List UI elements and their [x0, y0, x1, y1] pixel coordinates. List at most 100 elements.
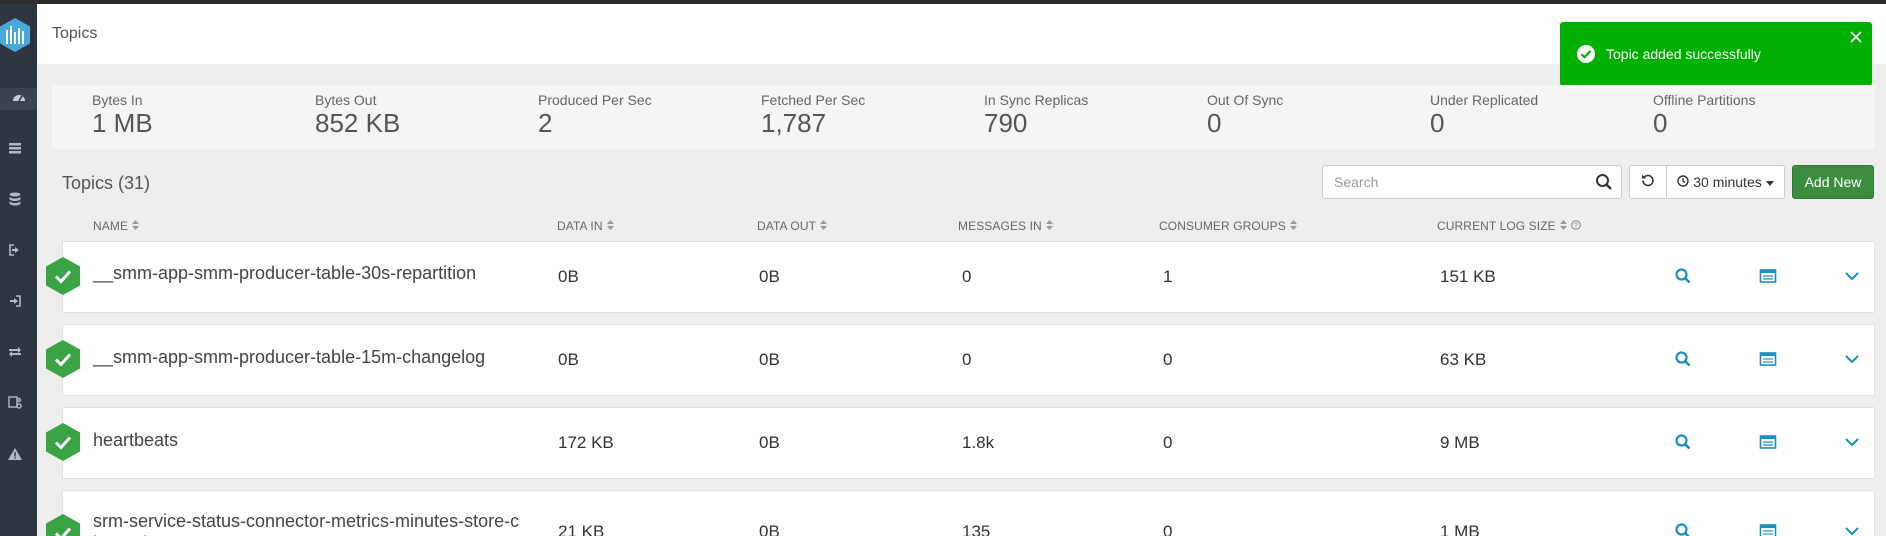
search-icon[interactable]	[1674, 522, 1692, 536]
stat-value: 0	[1207, 108, 1222, 138]
chevron-down-icon[interactable]	[1843, 522, 1861, 536]
topic-consumer-groups: 1	[1163, 267, 1173, 286]
close-icon[interactable]	[1849, 30, 1863, 44]
sort-icon	[1289, 219, 1297, 233]
toast-message: Topic added successfully	[1606, 46, 1761, 62]
stat-bytes-out: Bytes Out 852 KB	[315, 92, 400, 137]
topic-name[interactable]: __smm-app-smm-producer-table-30s-reparti…	[93, 262, 533, 284]
topic-name[interactable]: srm-service-status-connector-metrics-min…	[93, 510, 533, 536]
stat-fetched-per-sec: Fetched Per Sec 1,787	[761, 92, 865, 137]
logo-icon[interactable]	[0, 18, 30, 52]
data-explorer-icon[interactable]	[1759, 267, 1777, 285]
brokers-icon	[7, 140, 23, 161]
sidebar-item-schema[interactable]	[4, 394, 26, 416]
stat-value: 1,787	[761, 108, 827, 138]
caret-down-icon	[1765, 174, 1774, 190]
stat-label: Bytes Out	[315, 92, 377, 108]
topic-messages-in: 0	[962, 267, 972, 286]
metrics-summary: Bytes In 1 MB Bytes Out 852 KB Produced …	[52, 85, 1875, 149]
column-header-name[interactable]: NAME	[93, 219, 140, 233]
stat-label: Out Of Sync	[1207, 92, 1284, 108]
success-toast: Topic added successfully	[1560, 22, 1872, 86]
stat-bytes-in: Bytes In 1 MB	[92, 92, 153, 137]
column-header-messages-in[interactable]: MESSAGES IN	[958, 219, 1053, 233]
sidebar-item-producers[interactable]	[4, 241, 26, 263]
topic-messages-in: 0	[962, 350, 972, 369]
status-ok-icon	[45, 422, 81, 462]
topic-name[interactable]: heartbeats	[93, 429, 533, 451]
data-explorer-icon[interactable]	[1759, 433, 1777, 451]
search-icon[interactable]	[1595, 173, 1613, 191]
refresh-button[interactable]	[1629, 165, 1667, 199]
topic-log-size: 151 KB	[1440, 267, 1496, 286]
stat-value: 790	[984, 108, 1028, 138]
topic-data-in: 0B	[558, 350, 579, 369]
search-icon[interactable]	[1674, 433, 1692, 451]
topic-log-size: 1 MB	[1440, 522, 1480, 536]
topic-log-size: 9 MB	[1440, 433, 1480, 452]
data-explorer-icon[interactable]	[1759, 522, 1777, 536]
stat-value: 0	[1430, 108, 1445, 138]
topic-data-in: 172 KB	[558, 433, 614, 452]
column-header-label: DATA OUT	[757, 219, 817, 233]
sort-icon	[1045, 219, 1053, 233]
topic-name[interactable]: __smm-app-smm-producer-table-15m-changel…	[93, 346, 533, 368]
sort-icon	[820, 219, 828, 233]
dashboard-icon	[11, 89, 27, 110]
chevron-down-icon[interactable]	[1843, 267, 1861, 285]
status-ok-icon	[45, 256, 81, 296]
stat-label: Bytes In	[92, 92, 143, 108]
consumers-icon	[7, 293, 23, 314]
status-ok-icon	[45, 513, 81, 536]
producers-icon	[7, 242, 23, 263]
stat-label: Offline Partitions	[1653, 92, 1756, 108]
stat-in-sync-replicas: In Sync Replicas 790	[984, 92, 1088, 137]
sidebar-item-alerts[interactable]	[4, 445, 26, 467]
column-header-label: MESSAGES IN	[958, 219, 1042, 233]
replication-icon	[7, 344, 23, 365]
help-icon[interactable]: ?	[1570, 219, 1581, 233]
stat-value: 1 MB	[92, 108, 153, 138]
stat-label: Fetched Per Sec	[761, 92, 866, 108]
stat-value: 2	[538, 108, 553, 138]
sidebar-item-topics[interactable]	[4, 190, 26, 212]
column-header-data-in[interactable]: DATA IN	[557, 219, 614, 233]
chevron-down-icon[interactable]	[1843, 350, 1861, 368]
column-header-label: DATA IN	[557, 219, 603, 233]
data-explorer-icon[interactable]	[1759, 350, 1777, 368]
column-header-label: NAME	[93, 219, 129, 233]
search-icon[interactable]	[1674, 350, 1692, 368]
stat-value: 852 KB	[315, 108, 401, 138]
topic-log-size: 63 KB	[1440, 350, 1487, 369]
stat-offline-partitions: Offline Partitions 0	[1653, 92, 1755, 137]
time-range-dropdown[interactable]: 30 minutes	[1666, 165, 1785, 199]
topic-consumer-groups: 0	[1163, 433, 1173, 452]
column-header-current-log-size[interactable]: CURRENT LOG SIZE ?	[1437, 219, 1581, 233]
search-icon[interactable]	[1674, 267, 1692, 285]
sidebar-item-replication[interactable]	[4, 343, 26, 365]
topic-messages-in: 1.8k	[962, 433, 995, 452]
sort-icon	[1559, 219, 1567, 233]
column-header-consumer-groups[interactable]: CONSUMER GROUPS	[1159, 219, 1297, 233]
add-new-button[interactable]: Add New	[1792, 165, 1874, 199]
time-range-label: 30 minutes	[1693, 174, 1762, 190]
column-header-data-out[interactable]: DATA OUT	[757, 219, 828, 233]
topic-consumer-groups: 0	[1163, 350, 1173, 369]
search-input[interactable]	[1323, 166, 1585, 198]
sidebar-item-dashboard[interactable]	[0, 88, 37, 110]
page-title: Topics	[52, 25, 98, 42]
stat-produced-per-sec: Produced Per Sec 2	[538, 92, 652, 137]
sidebar-item-brokers[interactable]	[4, 139, 26, 161]
column-header-label: CONSUMER GROUPS	[1159, 219, 1286, 233]
chevron-down-icon[interactable]	[1843, 433, 1861, 451]
topics-icon	[7, 191, 23, 212]
clock-icon	[1677, 174, 1689, 190]
sidebar	[0, 4, 37, 536]
stat-label: Produced Per Sec	[538, 92, 652, 108]
sidebar-item-consumers[interactable]	[4, 292, 26, 314]
schema-icon	[7, 395, 23, 416]
sort-icon	[132, 219, 140, 233]
topic-data-in: 0B	[558, 267, 579, 286]
stat-under-replicated: Under Replicated 0	[1430, 92, 1538, 137]
refresh-icon	[1641, 173, 1655, 192]
